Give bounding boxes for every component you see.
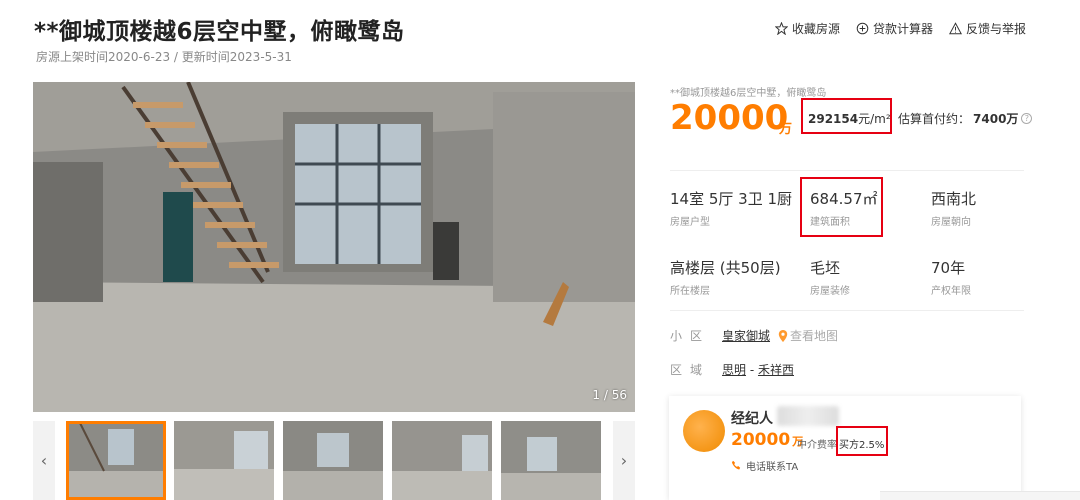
report-label: 反馈与举报 <box>965 22 1026 36</box>
favorite-button[interactable]: 收藏房源 <box>774 20 840 37</box>
community-key: 小区 <box>670 329 711 343</box>
thumbnail-5[interactable] <box>501 421 601 500</box>
photo-counter: 1 / 56 <box>592 388 627 402</box>
thumbnail-image <box>66 421 166 500</box>
attr-floor: 高楼层 (共50层) 所在楼层 <box>670 257 781 297</box>
agent-role: 经纪人 <box>731 411 773 427</box>
thumbnail-image <box>392 421 492 500</box>
agent-card: 经纪人 20000 万 中介费率 买方2.5% 电话联系TA <box>669 396 1021 500</box>
phone-icon <box>731 460 741 470</box>
attr-label: 房屋朝向 <box>931 217 971 228</box>
thumbnail-prev-button[interactable]: ‹ <box>33 421 55 500</box>
district-key: 区域 <box>670 363 711 377</box>
total-price-unit: 万 <box>779 122 793 137</box>
warning-icon <box>948 22 962 35</box>
attr-label: 所在楼层 <box>670 286 710 297</box>
room-photo-image <box>33 82 635 412</box>
thumbnail-4[interactable] <box>392 421 492 500</box>
attr-value: 毛坯 <box>810 259 841 277</box>
district-link-2[interactable]: 禾祥西 <box>758 361 794 378</box>
calculator-label: 贷款计算器 <box>872 22 933 36</box>
thumbnail-image <box>283 421 383 500</box>
agent-price: 20000 万 <box>731 430 803 450</box>
attr-value: 14室 5厅 3卫 1厨 <box>670 190 793 208</box>
divider <box>670 170 1024 171</box>
listing-small-title: **御城顶楼越6层空中墅，俯瞰鹭岛 <box>670 88 827 99</box>
downpay-label: 估算首付约： <box>898 112 971 126</box>
action-bar: 收藏房源 贷款计算器 反馈与举报 <box>774 20 1026 37</box>
favorite-label: 收藏房源 <box>791 22 840 36</box>
district-link-1[interactable]: 思明 <box>722 361 746 378</box>
agent-name-blurred <box>777 406 839 426</box>
attr-label: 房屋户型 <box>670 217 710 228</box>
district-separator: - <box>746 362 758 377</box>
community-link[interactable]: 皇家御城 <box>722 327 770 344</box>
listing-page: **御城顶楼越6层空中墅，俯瞰鹭岛 房源上架时间2020-6-23 / 更新时间… <box>0 0 1080 500</box>
main-photo[interactable]: 1 / 56 <box>33 82 635 412</box>
calculator-button[interactable]: 贷款计算器 <box>856 20 933 37</box>
report-button[interactable]: 反馈与举报 <box>948 20 1026 37</box>
attr-label: 房屋装修 <box>810 286 850 297</box>
agent-fee-label: 中介费率 <box>797 440 837 451</box>
sidebar-fragment <box>1066 0 1080 500</box>
thumbnail-next-button[interactable]: › <box>613 421 635 500</box>
thumbnail-image <box>501 421 601 500</box>
unit-price-highlight-box <box>801 98 892 134</box>
help-icon[interactable]: ? <box>1021 113 1033 124</box>
view-map-label: 查看地图 <box>790 329 839 343</box>
thumbnail-3[interactable] <box>283 421 383 500</box>
attr-property-term: 70年 产权年限 <box>931 257 971 297</box>
thumbnail-image <box>174 421 274 500</box>
attr-value: 高楼层 (共50层) <box>670 259 781 277</box>
community-row: 小区 皇家御城 查看地图 <box>670 327 838 344</box>
fee-highlight-box <box>836 426 888 456</box>
divider <box>670 310 1024 311</box>
attr-label: 产权年限 <box>931 286 971 297</box>
agent-price-value: 20000 <box>731 430 791 450</box>
attr-value: 西南北 <box>931 190 977 208</box>
attr-decoration: 毛坯 房屋装修 <box>810 257 850 297</box>
location-pin-icon <box>778 329 788 342</box>
listing-dates: 房源上架时间2020-6-23 / 更新时间2023-5-31 <box>36 50 292 64</box>
down-payment: 估算首付约： 7400万 ? <box>898 110 1033 127</box>
area-highlight-box <box>800 177 883 237</box>
attr-value: 70年 <box>931 259 966 277</box>
call-agent-button[interactable]: 电话联系TA <box>731 458 798 473</box>
plus-circle-icon <box>856 22 869 35</box>
attr-orientation: 西南北 房屋朝向 <box>931 188 976 228</box>
star-icon <box>774 22 788 35</box>
thumbnail-strip: ‹ › <box>33 421 635 500</box>
bottom-panel-fragment <box>880 491 1080 500</box>
district-row: 区域 思明 - 禾祥西 <box>670 361 794 378</box>
call-agent-label: 电话联系TA <box>746 462 799 473</box>
total-price: 20000 <box>670 98 789 138</box>
thumbnail-2[interactable] <box>174 421 274 500</box>
page-title: **御城顶楼越6层空中墅，俯瞰鹭岛 <box>34 19 405 45</box>
view-map-link[interactable]: 查看地图 <box>778 327 838 344</box>
thumbnail-1[interactable] <box>66 421 166 500</box>
avatar[interactable] <box>683 410 725 452</box>
downpay-value: 7400万 <box>973 112 1019 126</box>
attr-layout: 14室 5厅 3卫 1厨 房屋户型 <box>670 188 792 228</box>
